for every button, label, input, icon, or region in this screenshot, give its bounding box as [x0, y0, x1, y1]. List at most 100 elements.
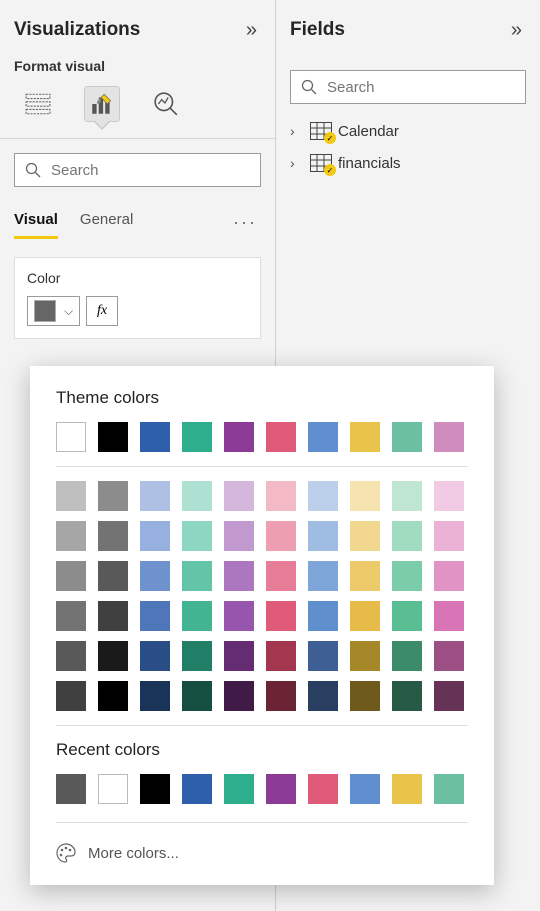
tab-general[interactable]: General	[80, 205, 133, 239]
color-swatch[interactable]	[350, 774, 380, 804]
color-swatch[interactable]	[266, 601, 296, 631]
color-swatch[interactable]	[98, 774, 128, 804]
color-swatch[interactable]	[56, 681, 86, 711]
field-item-calendar[interactable]: › ✓ Calendar	[290, 122, 526, 140]
build-visual-tab[interactable]	[20, 86, 56, 122]
color-swatch[interactable]	[140, 422, 170, 452]
color-swatch[interactable]	[392, 521, 422, 551]
color-swatch[interactable]	[350, 601, 380, 631]
color-swatch[interactable]	[140, 641, 170, 671]
color-swatch[interactable]	[434, 521, 464, 551]
color-swatch[interactable]	[224, 561, 254, 591]
color-swatch[interactable]	[98, 561, 128, 591]
field-item-financials[interactable]: › ✓ financials	[290, 154, 526, 172]
color-swatch[interactable]	[56, 641, 86, 671]
color-swatch[interactable]	[434, 422, 464, 452]
color-swatch[interactable]	[266, 521, 296, 551]
color-swatch[interactable]	[350, 422, 380, 452]
color-swatch[interactable]	[308, 521, 338, 551]
color-swatch[interactable]	[56, 481, 86, 511]
tab-visual[interactable]: Visual	[14, 205, 58, 239]
color-swatch[interactable]	[308, 601, 338, 631]
color-swatch[interactable]	[56, 601, 86, 631]
format-search-input[interactable]	[51, 162, 250, 179]
color-swatch[interactable]	[98, 521, 128, 551]
collapse-fields-button[interactable]: »	[507, 15, 526, 46]
color-swatch[interactable]	[434, 481, 464, 511]
color-swatch[interactable]	[392, 481, 422, 511]
color-swatch[interactable]	[392, 774, 422, 804]
color-swatch[interactable]	[392, 561, 422, 591]
fields-search-box[interactable]	[290, 70, 526, 104]
color-swatch[interactable]	[392, 422, 422, 452]
color-swatch[interactable]	[140, 601, 170, 631]
color-swatch[interactable]	[98, 601, 128, 631]
color-swatch[interactable]	[182, 481, 212, 511]
color-swatch[interactable]	[308, 481, 338, 511]
analytics-tab[interactable]	[148, 86, 184, 122]
color-swatch[interactable]	[56, 521, 86, 551]
format-visual-tab[interactable]	[84, 86, 120, 122]
color-swatch[interactable]	[182, 521, 212, 551]
format-search-box[interactable]	[14, 153, 261, 187]
color-swatch[interactable]	[182, 641, 212, 671]
color-swatch[interactable]	[98, 641, 128, 671]
color-swatch[interactable]	[434, 601, 464, 631]
fx-button[interactable]: fx	[86, 296, 118, 326]
color-swatch[interactable]	[434, 641, 464, 671]
color-swatch[interactable]	[266, 561, 296, 591]
color-swatch[interactable]	[350, 521, 380, 551]
color-swatch[interactable]	[308, 774, 338, 804]
color-swatch[interactable]	[224, 481, 254, 511]
color-swatch[interactable]	[98, 681, 128, 711]
collapse-visualizations-button[interactable]: »	[242, 15, 261, 46]
color-dropdown-button[interactable]: ⌵	[27, 296, 80, 326]
color-swatch[interactable]	[140, 681, 170, 711]
color-swatch[interactable]	[140, 481, 170, 511]
color-swatch[interactable]	[140, 774, 170, 804]
color-swatch[interactable]	[56, 561, 86, 591]
color-swatch[interactable]	[266, 681, 296, 711]
color-swatch[interactable]	[350, 561, 380, 591]
fields-search-input[interactable]	[327, 79, 515, 96]
format-more-button[interactable]: ···	[229, 212, 261, 233]
color-swatch[interactable]	[266, 774, 296, 804]
color-swatch[interactable]	[224, 681, 254, 711]
color-swatch[interactable]	[434, 774, 464, 804]
color-swatch[interactable]	[56, 774, 86, 804]
color-swatch[interactable]	[224, 774, 254, 804]
color-swatch[interactable]	[140, 521, 170, 551]
color-swatch[interactable]	[56, 422, 86, 452]
color-swatch[interactable]	[350, 641, 380, 671]
more-colors-button[interactable]: More colors...	[56, 837, 468, 863]
color-swatch[interactable]	[266, 422, 296, 452]
color-swatch[interactable]	[308, 641, 338, 671]
color-swatch[interactable]	[182, 601, 212, 631]
color-swatch[interactable]	[266, 481, 296, 511]
color-swatch[interactable]	[224, 601, 254, 631]
fields-title: Fields	[290, 19, 345, 41]
color-swatch[interactable]	[182, 561, 212, 591]
color-picker-row: ⌵ fx	[27, 296, 248, 326]
color-swatch[interactable]	[224, 641, 254, 671]
color-swatch[interactable]	[140, 561, 170, 591]
color-swatch[interactable]	[308, 422, 338, 452]
color-swatch[interactable]	[392, 641, 422, 671]
color-swatch[interactable]	[308, 681, 338, 711]
color-swatch[interactable]	[182, 774, 212, 804]
color-swatch[interactable]	[392, 601, 422, 631]
color-swatch[interactable]	[308, 561, 338, 591]
color-swatch[interactable]	[434, 561, 464, 591]
color-swatch[interactable]	[392, 681, 422, 711]
color-swatch[interactable]	[182, 422, 212, 452]
color-swatch[interactable]	[350, 681, 380, 711]
color-swatch[interactable]	[266, 641, 296, 671]
color-swatch[interactable]	[224, 422, 254, 452]
color-swatch[interactable]	[98, 422, 128, 452]
paint-brush-bar-icon	[89, 91, 115, 117]
color-swatch[interactable]	[434, 681, 464, 711]
color-swatch[interactable]	[98, 481, 128, 511]
color-swatch[interactable]	[182, 681, 212, 711]
color-swatch[interactable]	[224, 521, 254, 551]
color-swatch[interactable]	[350, 481, 380, 511]
